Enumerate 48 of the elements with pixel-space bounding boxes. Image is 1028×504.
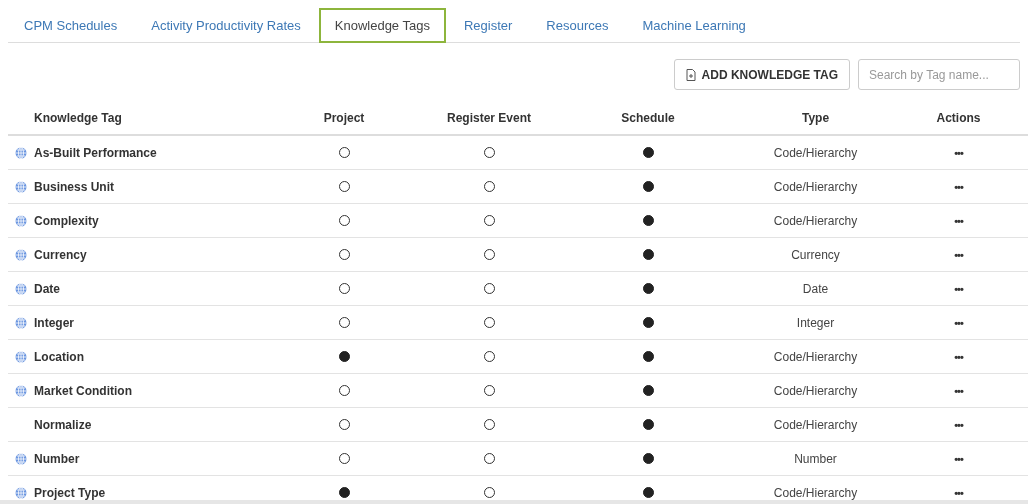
type-cell: Date <box>802 281 829 296</box>
more-actions-button[interactable]: ••• <box>954 384 963 397</box>
tag-name: Project Type <box>34 485 107 500</box>
more-actions-button[interactable]: ••• <box>954 248 963 261</box>
type-cell: Code/Hierarchy <box>773 417 858 432</box>
type-cell: Code/Hierarchy <box>773 349 858 364</box>
tag-name: Normalize <box>34 417 93 432</box>
tab[interactable]: Activity Productivity Rates <box>135 8 317 42</box>
more-actions-button[interactable]: ••• <box>954 214 963 227</box>
tag-name: Business Unit <box>34 179 115 194</box>
tag-name: Complexity <box>34 213 100 228</box>
tab[interactable]: CPM Schedules <box>8 8 134 42</box>
type-cell: Integer <box>796 315 835 330</box>
more-actions-button[interactable]: ••• <box>954 282 963 295</box>
tag-name: Date <box>34 281 61 296</box>
tag-name: Currency <box>34 247 88 262</box>
add-knowledge-tag-button[interactable]: ADD KNOWLEDGE TAG <box>673 59 850 90</box>
tag-name: Number <box>34 451 81 466</box>
more-actions-button[interactable]: ••• <box>954 146 963 159</box>
tag-name: Integer <box>34 315 75 330</box>
type-cell: Code/Hierarchy <box>773 485 858 500</box>
type-cell: Code/Hierarchy <box>773 145 858 160</box>
more-actions-button[interactable]: ••• <box>954 180 963 193</box>
tab[interactable]: Machine Learning <box>626 8 762 42</box>
column-header: Project <box>323 111 365 125</box>
more-actions-button[interactable]: ••• <box>954 316 963 329</box>
more-actions-button[interactable]: ••• <box>954 486 963 499</box>
type-cell: Code/Hierarchy <box>773 179 858 194</box>
column-header: Knowledge Tag <box>34 111 123 125</box>
tag-name: As-Built Performance <box>34 145 158 160</box>
column-header: Schedule <box>621 111 675 125</box>
more-actions-button[interactable]: ••• <box>954 452 963 465</box>
tab[interactable]: Resources <box>530 8 625 42</box>
more-actions-button[interactable]: ••• <box>954 350 963 363</box>
tab[interactable]: Knowledge Tags <box>318 8 446 43</box>
column-header: Actions <box>936 111 981 125</box>
type-cell: Number <box>794 451 837 466</box>
column-header: Register Event <box>447 111 531 125</box>
tab[interactable]: Register <box>447 8 529 42</box>
type-cell: Currency <box>791 247 840 262</box>
file-plus-icon <box>685 68 696 81</box>
column-header: Type <box>801 111 830 125</box>
type-cell: Code/Hierarchy <box>773 383 858 398</box>
type-cell: Code/Hierarchy <box>773 213 858 228</box>
tag-name: Market Condition <box>34 383 133 398</box>
more-actions-button[interactable]: ••• <box>954 418 963 431</box>
tag-name: Location <box>34 349 85 364</box>
search-field[interactable]: Search by Tag name... <box>858 59 1020 90</box>
